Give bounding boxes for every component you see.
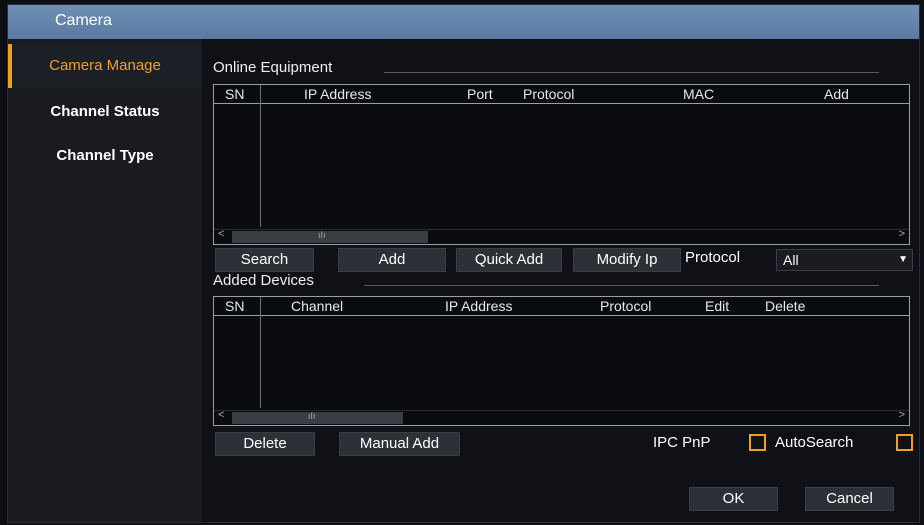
- sidebar-item-channel-type[interactable]: Channel Type: [8, 134, 202, 178]
- scrollbar-thumb[interactable]: ıIı: [232, 230, 428, 243]
- added-devices-title: Added Devices: [213, 272, 314, 289]
- section-divider: [364, 285, 879, 286]
- scroll-left-icon[interactable]: <: [218, 228, 224, 240]
- online-equipment-title: Online Equipment: [213, 59, 333, 76]
- protocol-label: Protocol: [685, 249, 741, 266]
- section-divider: [384, 72, 879, 73]
- auto-search-checkbox[interactable]: [896, 434, 913, 451]
- sn-column: [214, 85, 261, 227]
- column-header-protocol: Protocol: [600, 298, 652, 314]
- column-header-port: Port: [467, 86, 493, 102]
- column-header-add: Add: [824, 86, 849, 102]
- title-bar: Camera: [8, 5, 919, 39]
- modify-ip-button[interactable]: Modify Ip: [573, 248, 681, 272]
- window-title: Camera: [55, 12, 112, 29]
- added-devices-table[interactable]: SN Channel IP Address Protocol Edit Dele…: [213, 296, 910, 426]
- auto-search-label: AutoSearch: [775, 434, 854, 451]
- table-header: SN Channel IP Address Protocol Edit Dele…: [214, 297, 909, 316]
- protocol-value: All: [783, 252, 799, 268]
- column-header-mac: MAC: [683, 86, 715, 102]
- camera-dialog: Camera Camera Manage Channel Status Chan…: [7, 4, 920, 523]
- ipc-pnp-checkbox[interactable]: [749, 434, 766, 451]
- grip-icon: ıIı: [308, 411, 316, 421]
- protocol-select[interactable]: All ▼: [776, 249, 913, 271]
- sidebar: Camera Manage Channel Status Channel Typ…: [8, 39, 202, 522]
- horizontal-scrollbar[interactable]: < ıIı >: [214, 228, 909, 244]
- main-content: Online Equipment SN IP Address Port Prot…: [202, 39, 919, 522]
- sn-column: [214, 297, 261, 408]
- column-header-ip-address: IP Address: [445, 298, 513, 314]
- grip-icon: ıIı: [318, 230, 326, 240]
- horizontal-scrollbar[interactable]: < ıIı >: [214, 409, 909, 425]
- quick-add-button[interactable]: Quick Add: [456, 248, 562, 272]
- add-button[interactable]: Add: [338, 248, 446, 272]
- online-equipment-table[interactable]: SN IP Address Port Protocol MAC Add < ıI…: [213, 84, 910, 245]
- scroll-right-icon[interactable]: >: [899, 409, 905, 421]
- column-header-delete: Delete: [765, 298, 806, 314]
- ipc-pnp-label: IPC PnP: [653, 434, 711, 451]
- column-header-protocol: Protocol: [523, 86, 575, 102]
- ok-button[interactable]: OK: [689, 487, 778, 511]
- delete-button[interactable]: Delete: [215, 432, 315, 456]
- sidebar-item-camera-manage[interactable]: Camera Manage: [8, 44, 202, 88]
- scrollbar-thumb[interactable]: ıIı: [232, 411, 403, 424]
- search-button[interactable]: Search: [215, 248, 314, 272]
- manual-add-button[interactable]: Manual Add: [339, 432, 460, 456]
- column-header-ip-address: IP Address: [304, 86, 372, 102]
- table-header: SN IP Address Port Protocol MAC Add: [214, 85, 909, 104]
- scroll-right-icon[interactable]: >: [899, 228, 905, 240]
- sidebar-item-channel-status[interactable]: Channel Status: [8, 90, 202, 134]
- column-header-edit: Edit: [705, 298, 730, 314]
- chevron-down-icon: ▼: [898, 254, 908, 265]
- cancel-button[interactable]: Cancel: [805, 487, 894, 511]
- column-header-channel: Channel: [291, 298, 344, 314]
- scroll-left-icon[interactable]: <: [218, 409, 224, 421]
